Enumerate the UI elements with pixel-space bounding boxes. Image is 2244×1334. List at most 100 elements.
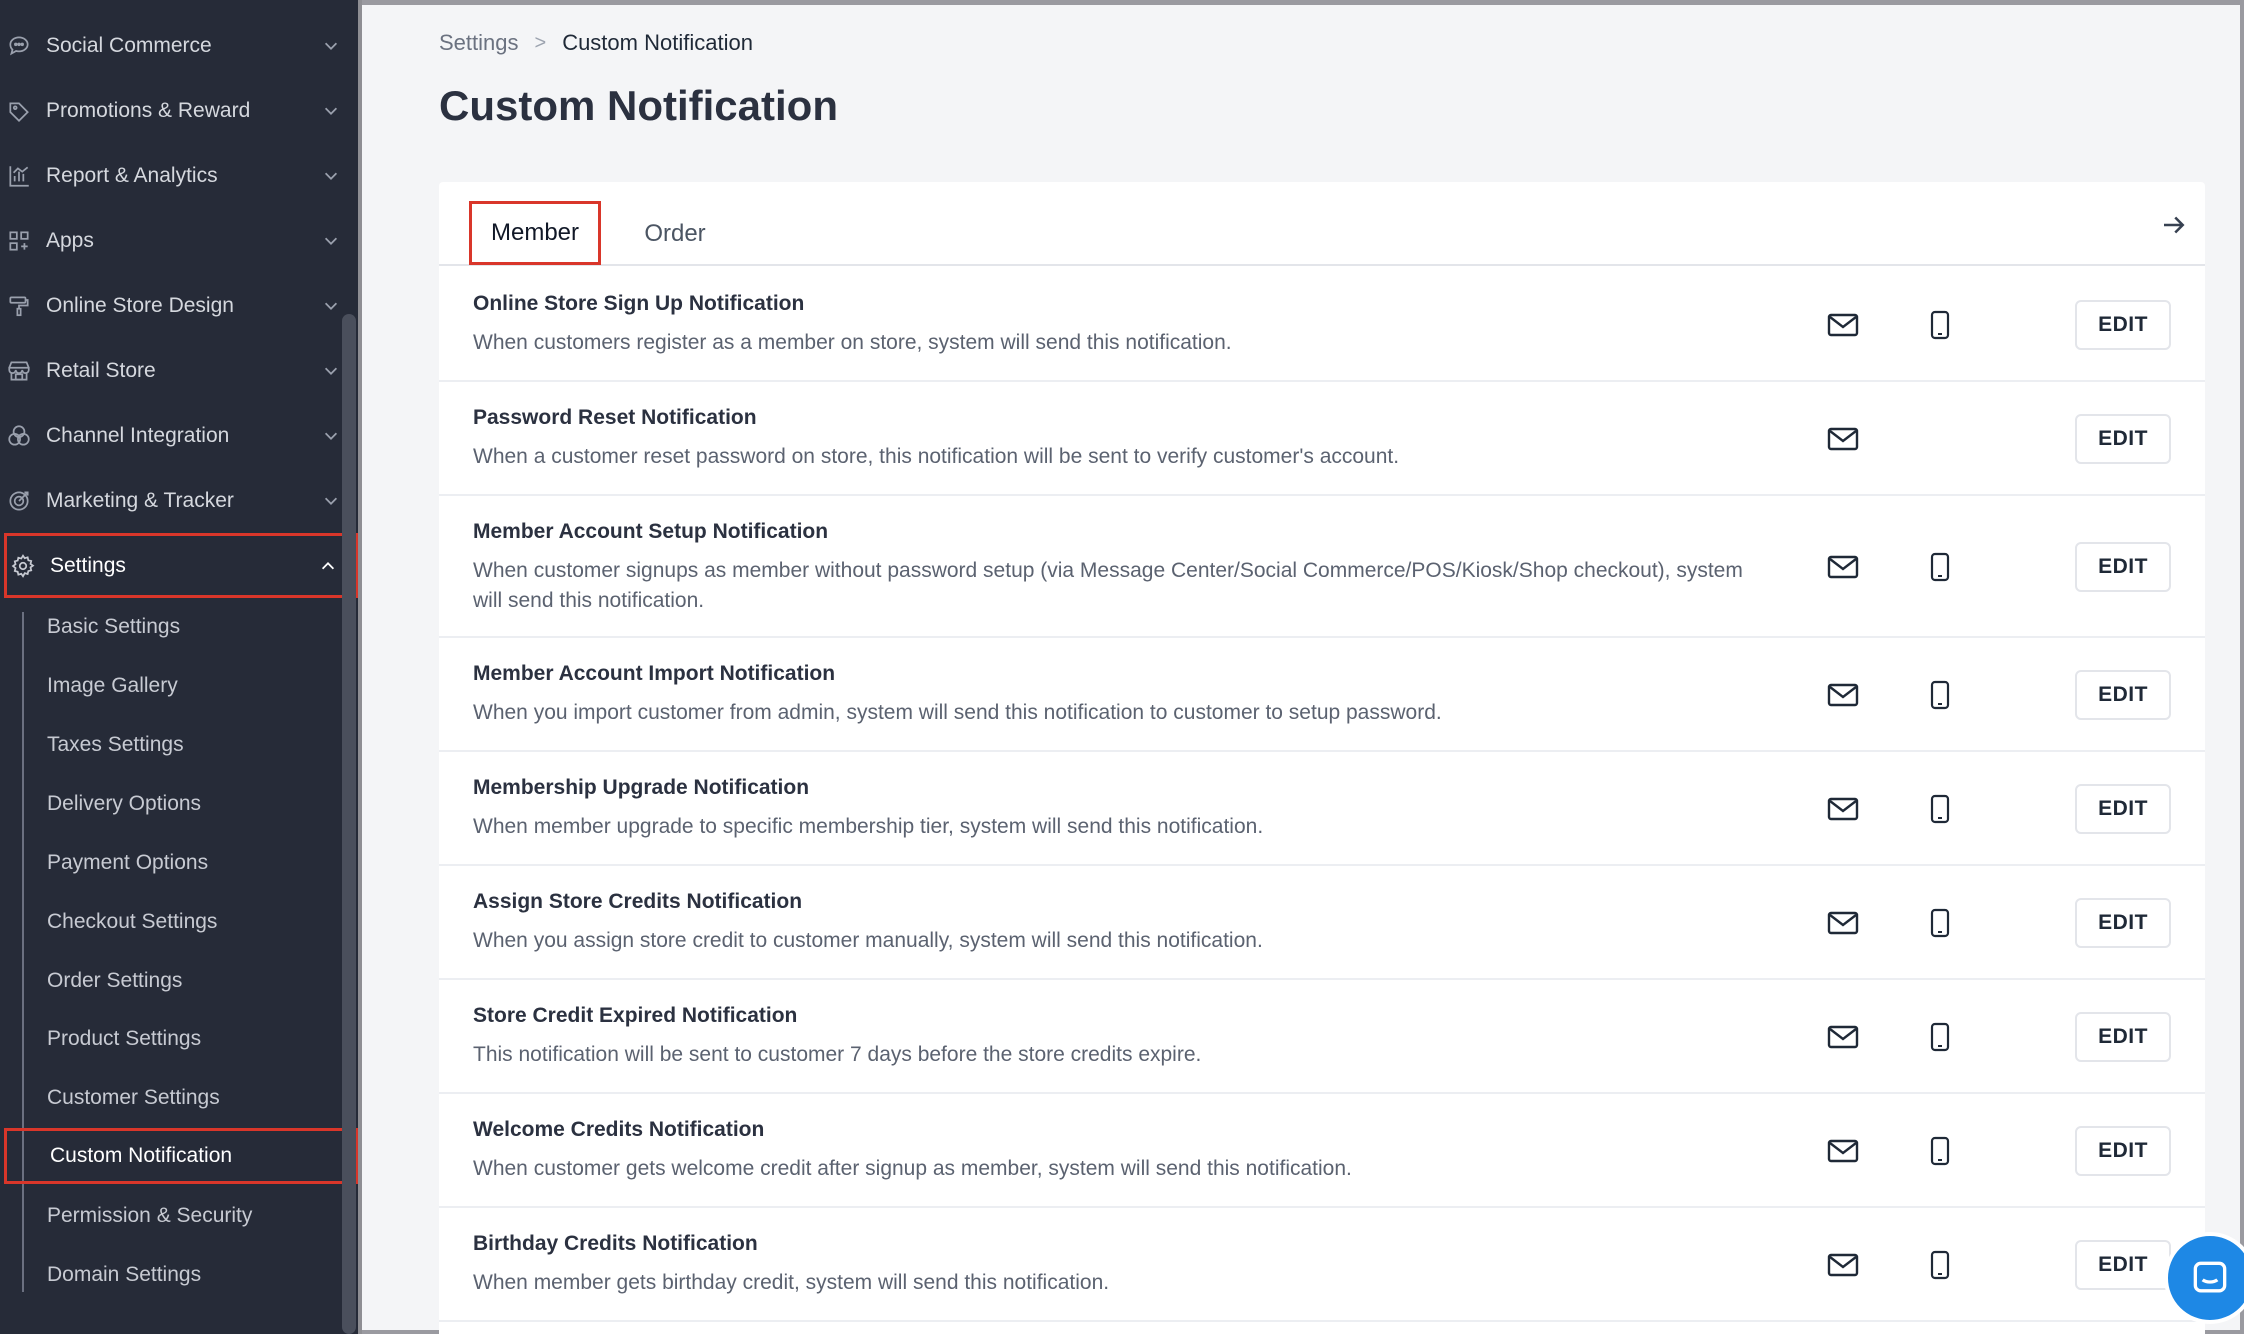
chevron-down-icon: [324, 107, 338, 115]
notification-description: When customers register as a member on s…: [473, 331, 1232, 354]
sidebar-item-retail-store[interactable]: Retail Store: [0, 338, 358, 403]
sidebar-subitem-payment-options[interactable]: Payment Options: [47, 835, 208, 891]
mobile-channel-icon: [1930, 794, 1950, 824]
chevron-down-icon: [324, 302, 338, 310]
email-channel-icon: [1827, 555, 1859, 579]
notification-title: Welcome Credits Notification: [473, 1118, 765, 1141]
sidebar-subitem-product-settings[interactable]: Product Settings: [47, 1011, 201, 1067]
sidebar-item-label: Channel Integration: [46, 423, 230, 447]
edit-button[interactable]: EDIT: [2075, 670, 2171, 720]
edit-button[interactable]: EDIT: [2075, 414, 2171, 464]
arrow-right-icon[interactable]: [2159, 210, 2189, 240]
sidebar-item-marketing-tracker[interactable]: Marketing & Tracker: [0, 468, 358, 533]
sidebar-divider: [358, 0, 362, 1334]
sidebar-subitem-delivery-options[interactable]: Delivery Options: [47, 776, 201, 832]
sidebar-scrollbar[interactable]: [342, 314, 356, 1334]
notification-row: Welcome Credits Notification When custome…: [439, 1094, 2205, 1208]
apps-grid-icon: [6, 228, 32, 254]
sidebar-subitem-checkout-settings[interactable]: Checkout Settings: [47, 894, 217, 950]
mobile-channel-icon: [1930, 1250, 1950, 1280]
notification-card: Member Order Online Store Sign Up Notifi…: [439, 182, 2205, 1334]
notification-row: Birthday Credits Notification When member…: [439, 1208, 2205, 1322]
chevron-down-icon: [324, 237, 338, 245]
mobile-channel-icon: [1930, 908, 1950, 938]
sidebar-subitem-customer-settings[interactable]: Customer Settings: [47, 1070, 220, 1126]
target-icon: [6, 488, 32, 514]
chevron-up-icon: [321, 561, 335, 569]
sidebar-item-apps[interactable]: Apps: [0, 208, 358, 273]
sidebar-subitem-permission-security[interactable]: Permission & Security: [47, 1188, 252, 1244]
mobile-channel-icon: [1930, 1022, 1950, 1052]
sidebar-item-label: Promotions & Reward: [46, 98, 251, 122]
sidebar: Social Commerce Promotions & Reward Repo…: [0, 0, 358, 1334]
paint-roller-icon: [6, 293, 32, 319]
sidebar-item-label: Report & Analytics: [46, 163, 218, 187]
bar-chart-icon: [6, 163, 32, 189]
sidebar-subitem-domain-settings[interactable]: Domain Settings: [47, 1247, 201, 1303]
sidebar-item-label: Social Commerce: [46, 33, 212, 57]
chevron-down-icon: [324, 432, 338, 440]
notification-row: Online Store Sign Up Notification When cu…: [439, 268, 2205, 382]
notification-title: Password Reset Notification: [473, 406, 757, 429]
breadcrumb-parent[interactable]: Settings: [439, 30, 519, 56]
edit-button[interactable]: EDIT: [2075, 300, 2171, 350]
chevron-down-icon: [324, 172, 338, 180]
notification-title: Online Store Sign Up Notification: [473, 292, 805, 315]
email-channel-icon: [1827, 1025, 1859, 1049]
breadcrumb-current: Custom Notification: [562, 30, 753, 55]
tab-member[interactable]: Member: [469, 201, 601, 265]
window-top-edge: [362, 0, 2244, 5]
mobile-channel-icon: [1930, 680, 1950, 710]
edit-button[interactable]: EDIT: [2075, 1126, 2171, 1176]
chat-icon: [2193, 1261, 2227, 1293]
email-channel-icon: [1827, 1139, 1859, 1163]
edit-button[interactable]: EDIT: [2075, 1240, 2171, 1290]
breadcrumb: Settings > Custom Notification: [439, 30, 753, 56]
notification-description: When you import customer from admin, sys…: [473, 701, 1442, 724]
sidebar-subitem-basic-settings[interactable]: Basic Settings: [47, 599, 180, 655]
edit-button[interactable]: EDIT: [2075, 898, 2171, 948]
email-channel-icon: [1827, 313, 1859, 337]
mobile-channel-icon: [1930, 310, 1950, 340]
notification-title: Membership Upgrade Notification: [473, 776, 810, 799]
edit-button[interactable]: EDIT: [2075, 784, 2171, 834]
chevron-down-icon: [324, 42, 338, 50]
notification-row: Membership Upgrade Notification When memb…: [439, 752, 2205, 866]
notification-description: This notification will be sent to custom…: [473, 1043, 1202, 1066]
email-channel-icon: [1827, 797, 1859, 821]
notification-title: Assign Store Credits Notification: [473, 890, 803, 913]
edit-button[interactable]: EDIT: [2075, 1012, 2171, 1062]
sidebar-item-label: Marketing & Tracker: [46, 488, 234, 512]
notification-title: Birthday Credits Notification: [473, 1232, 758, 1255]
notification-row: Password Reset Notification When a custom…: [439, 382, 2205, 496]
mobile-channel-icon: [1930, 552, 1950, 582]
breadcrumb-separator-icon: >: [534, 31, 547, 54]
sidebar-item-report-analytics[interactable]: Report & Analytics: [0, 143, 358, 208]
sidebar-item-label: Apps: [46, 228, 94, 252]
notification-description: When a customer reset password on store,…: [473, 445, 1400, 468]
notification-row: Assign Store Credits Notification When yo…: [439, 866, 2205, 980]
sidebar-subitem-taxes-settings[interactable]: Taxes Settings: [47, 717, 184, 773]
email-channel-icon: [1827, 427, 1859, 451]
notification-title: Member Account Import Notification: [473, 662, 836, 685]
notification-description: When member gets birthday credit, system…: [473, 1271, 1110, 1294]
sidebar-subitem-custom-notification[interactable]: Custom Notification: [4, 1128, 358, 1184]
sidebar-subitem-image-gallery[interactable]: Image Gallery: [47, 658, 178, 714]
mobile-channel-icon: [1930, 1136, 1950, 1166]
sidebar-item-label: Online Store Design: [46, 293, 234, 317]
edit-button[interactable]: EDIT: [2075, 542, 2171, 592]
integration-circles-icon: [6, 423, 32, 449]
chat-bubble-icon: [6, 33, 32, 59]
page-title: Custom Notification: [439, 82, 838, 129]
tab-order[interactable]: Order: [625, 202, 725, 266]
sidebar-item-channel-integration[interactable]: Channel Integration: [0, 403, 358, 468]
chevron-down-icon: [324, 367, 338, 375]
sidebar-item-online-store-design[interactable]: Online Store Design: [0, 273, 358, 338]
sidebar-item-social-commerce[interactable]: Social Commerce: [0, 13, 358, 78]
sidebar-item-settings[interactable]: Settings: [4, 533, 358, 598]
email-channel-icon: [1827, 911, 1859, 935]
notification-row: Member Account Setup Notification When cu…: [439, 496, 2205, 638]
notification-title: Member Account Setup Notification: [473, 520, 829, 543]
sidebar-subitem-order-settings[interactable]: Order Settings: [47, 953, 182, 1009]
sidebar-item-promotions[interactable]: Promotions & Reward: [0, 78, 358, 143]
